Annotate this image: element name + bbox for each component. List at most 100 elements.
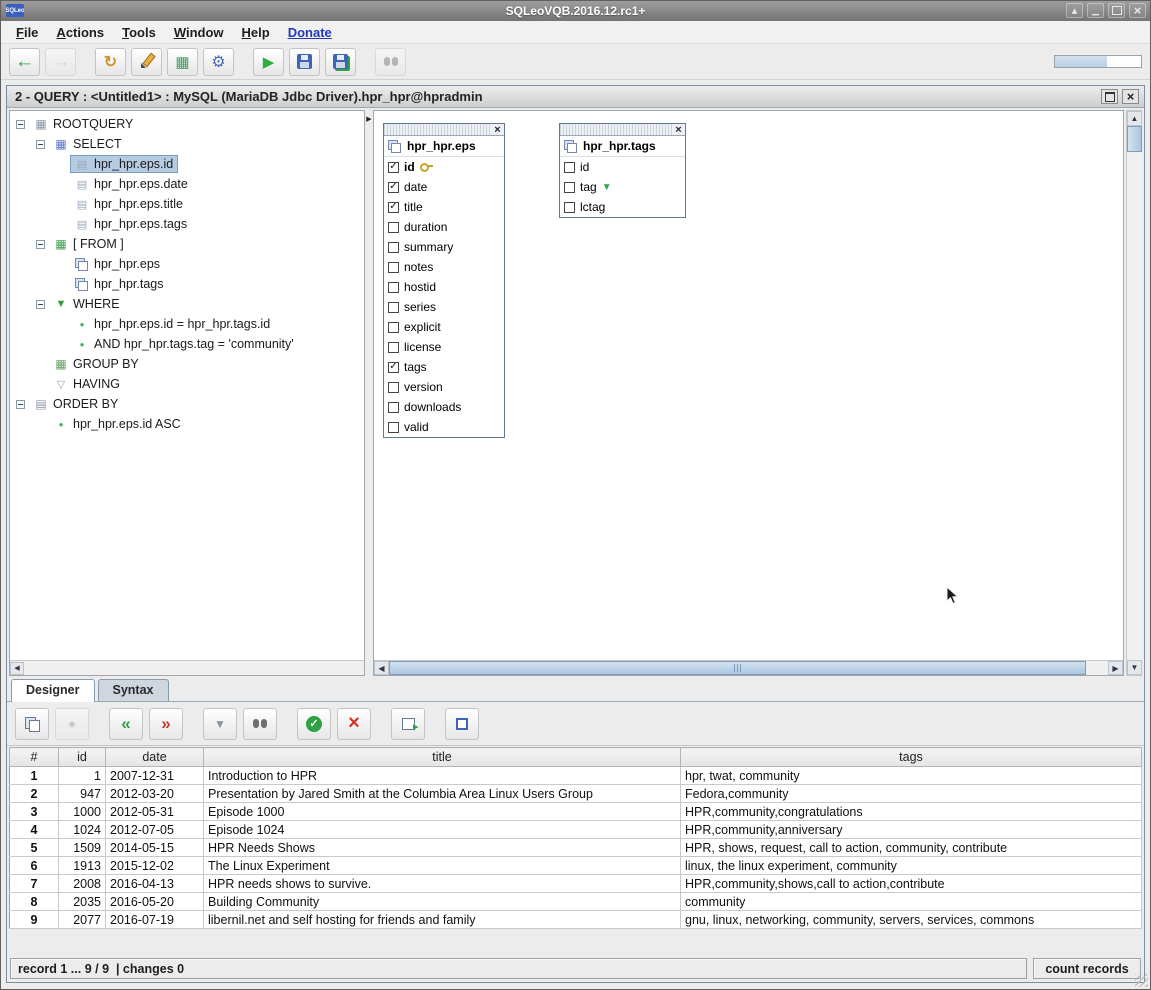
column-checkbox[interactable] <box>388 282 399 293</box>
close-button[interactable] <box>1129 3 1146 18</box>
table-card-tags[interactable]: hpr_hpr.tags id tag <box>559 123 686 218</box>
pin-grid-button[interactable] <box>445 708 479 740</box>
column-checkbox[interactable] <box>388 382 399 393</box>
save-as-button[interactable] <box>325 48 356 76</box>
tree-item-select[interactable]: SELECT <box>10 134 364 154</box>
column-checkbox[interactable] <box>388 422 399 433</box>
column-header-title[interactable]: title <box>204 748 681 767</box>
column-checkbox[interactable] <box>388 162 399 173</box>
cell-num[interactable]: 6 <box>10 857 59 875</box>
cell-num[interactable]: 4 <box>10 821 59 839</box>
cell-num[interactable]: 8 <box>10 893 59 911</box>
tree-item-sort[interactable]: hpr_hpr.eps.id ASC <box>10 414 364 434</box>
cell-date[interactable]: 2014-05-15 <box>106 839 204 857</box>
copy-results-button[interactable] <box>15 708 49 740</box>
close-card-icon[interactable] <box>673 124 684 135</box>
column-row[interactable]: lctag <box>560 197 685 217</box>
column-row[interactable]: tags <box>384 357 504 377</box>
export-button[interactable] <box>391 708 425 740</box>
tree-item-having[interactable]: HAVING <box>10 374 364 394</box>
cell-date[interactable]: 2012-03-20 <box>106 785 204 803</box>
cell-date[interactable]: 2012-07-05 <box>106 821 204 839</box>
column-row[interactable]: duration <box>384 217 504 237</box>
column-header-id[interactable]: id <box>59 748 106 767</box>
reconnect-button[interactable] <box>95 48 126 76</box>
tree-item-table[interactable]: hpr_hpr.eps <box>10 254 364 274</box>
tree-item-column[interactable]: hpr_hpr.eps.date <box>10 174 364 194</box>
expander-icon[interactable] <box>36 140 45 149</box>
back-button[interactable] <box>9 48 40 76</box>
cell-date[interactable]: 2016-07-19 <box>106 911 204 929</box>
cell-title[interactable]: HPR needs shows to survive. <box>204 875 681 893</box>
column-checkbox[interactable] <box>388 322 399 333</box>
tree-item-column[interactable]: hpr_hpr.eps.tags <box>10 214 364 234</box>
column-row[interactable]: downloads <box>384 397 504 417</box>
column-checkbox[interactable] <box>388 222 399 233</box>
column-checkbox[interactable] <box>388 202 399 213</box>
column-row[interactable]: id <box>384 157 504 177</box>
tree-item-groupby[interactable]: GROUP BY <box>10 354 364 374</box>
table-row[interactable]: 1 1 2007-12-31 Introduction to HPR hpr, … <box>10 767 1142 785</box>
frame-close-button[interactable] <box>1122 89 1139 104</box>
cell-id[interactable]: 2035 <box>59 893 106 911</box>
column-header-date[interactable]: date <box>106 748 204 767</box>
frame-maximize-button[interactable] <box>1101 89 1118 104</box>
run-query-button[interactable] <box>253 48 284 76</box>
menu-donate[interactable]: Donate <box>279 23 341 42</box>
expand-right-button[interactable]: ▶ <box>366 116 371 123</box>
tree-item-condition[interactable]: hpr_hpr.eps.id = hpr_hpr.tags.id <box>10 314 364 334</box>
window-titlebar[interactable]: SQLeo SQLeoVQB.2016.12.rc1+ <box>1 1 1150 21</box>
cell-title[interactable]: Episode 1000 <box>204 803 681 821</box>
column-checkbox[interactable] <box>388 402 399 413</box>
column-checkbox[interactable] <box>388 262 399 273</box>
expander-icon[interactable] <box>16 400 25 409</box>
scroll-up-button[interactable]: ▲ <box>1127 111 1142 126</box>
menu-actions[interactable]: Actions <box>47 23 113 42</box>
tree-item-where[interactable]: WHERE <box>10 294 364 314</box>
scroll-right-button[interactable]: ▶ <box>1108 661 1123 675</box>
column-row[interactable]: version <box>384 377 504 397</box>
shade-button[interactable] <box>1066 3 1083 18</box>
column-row[interactable]: tag <box>560 177 685 197</box>
column-row[interactable]: valid <box>384 417 504 437</box>
cell-title[interactable]: HPR Needs Shows <box>204 839 681 857</box>
forward-button[interactable] <box>45 48 76 76</box>
resize-grip[interactable] <box>1135 974 1148 987</box>
cancel-button[interactable] <box>337 708 371 740</box>
cell-id[interactable]: 1024 <box>59 821 106 839</box>
horizontal-scrollbar[interactable]: ◀ ▶ <box>374 660 1123 675</box>
cell-id[interactable]: 2077 <box>59 911 106 929</box>
vertical-scrollbar[interactable]: ▲ ▼ <box>1126 110 1142 676</box>
cell-num[interactable]: 7 <box>10 875 59 893</box>
column-row[interactable]: summary <box>384 237 504 257</box>
cell-date[interactable]: 2012-05-31 <box>106 803 204 821</box>
tree-item-orderby[interactable]: ORDER BY <box>10 394 364 414</box>
edit-query-button[interactable] <box>131 48 162 76</box>
vertical-scroll-thumb[interactable] <box>1127 126 1142 152</box>
previous-block-button[interactable] <box>109 708 143 740</box>
column-row[interactable]: title <box>384 197 504 217</box>
table-row[interactable]: 5 1509 2014-05-15 HPR Needs Shows HPR, s… <box>10 839 1142 857</box>
expander-icon[interactable] <box>36 240 45 249</box>
cell-id[interactable]: 947 <box>59 785 106 803</box>
expander-icon[interactable] <box>16 120 25 129</box>
column-row[interactable]: license <box>384 337 504 357</box>
cell-tags[interactable]: hpr, twat, community <box>681 767 1142 785</box>
column-header-num[interactable]: # <box>10 748 59 767</box>
schema-button[interactable] <box>167 48 198 76</box>
table-row[interactable]: 3 1000 2012-05-31 Episode 1000 HPR,commu… <box>10 803 1142 821</box>
column-header-tags[interactable]: tags <box>681 748 1142 767</box>
menu-window[interactable]: Window <box>165 23 233 42</box>
table-row[interactable]: 7 2008 2016-04-13 HPR needs shows to sur… <box>10 875 1142 893</box>
tree-item-column[interactable]: hpr_hpr.eps.title <box>10 194 364 214</box>
cell-id[interactable]: 2008 <box>59 875 106 893</box>
cell-id[interactable]: 1913 <box>59 857 106 875</box>
cell-title[interactable]: libernil.net and self hosting for friend… <box>204 911 681 929</box>
column-checkbox[interactable] <box>388 302 399 313</box>
cell-date[interactable]: 2016-04-13 <box>106 875 204 893</box>
tab-syntax[interactable]: Syntax <box>98 679 169 701</box>
find-button[interactable] <box>243 708 277 740</box>
card-titlebar[interactable] <box>384 124 504 136</box>
cell-tags[interactable]: Fedora,community <box>681 785 1142 803</box>
tab-designer[interactable]: Designer <box>11 679 95 702</box>
